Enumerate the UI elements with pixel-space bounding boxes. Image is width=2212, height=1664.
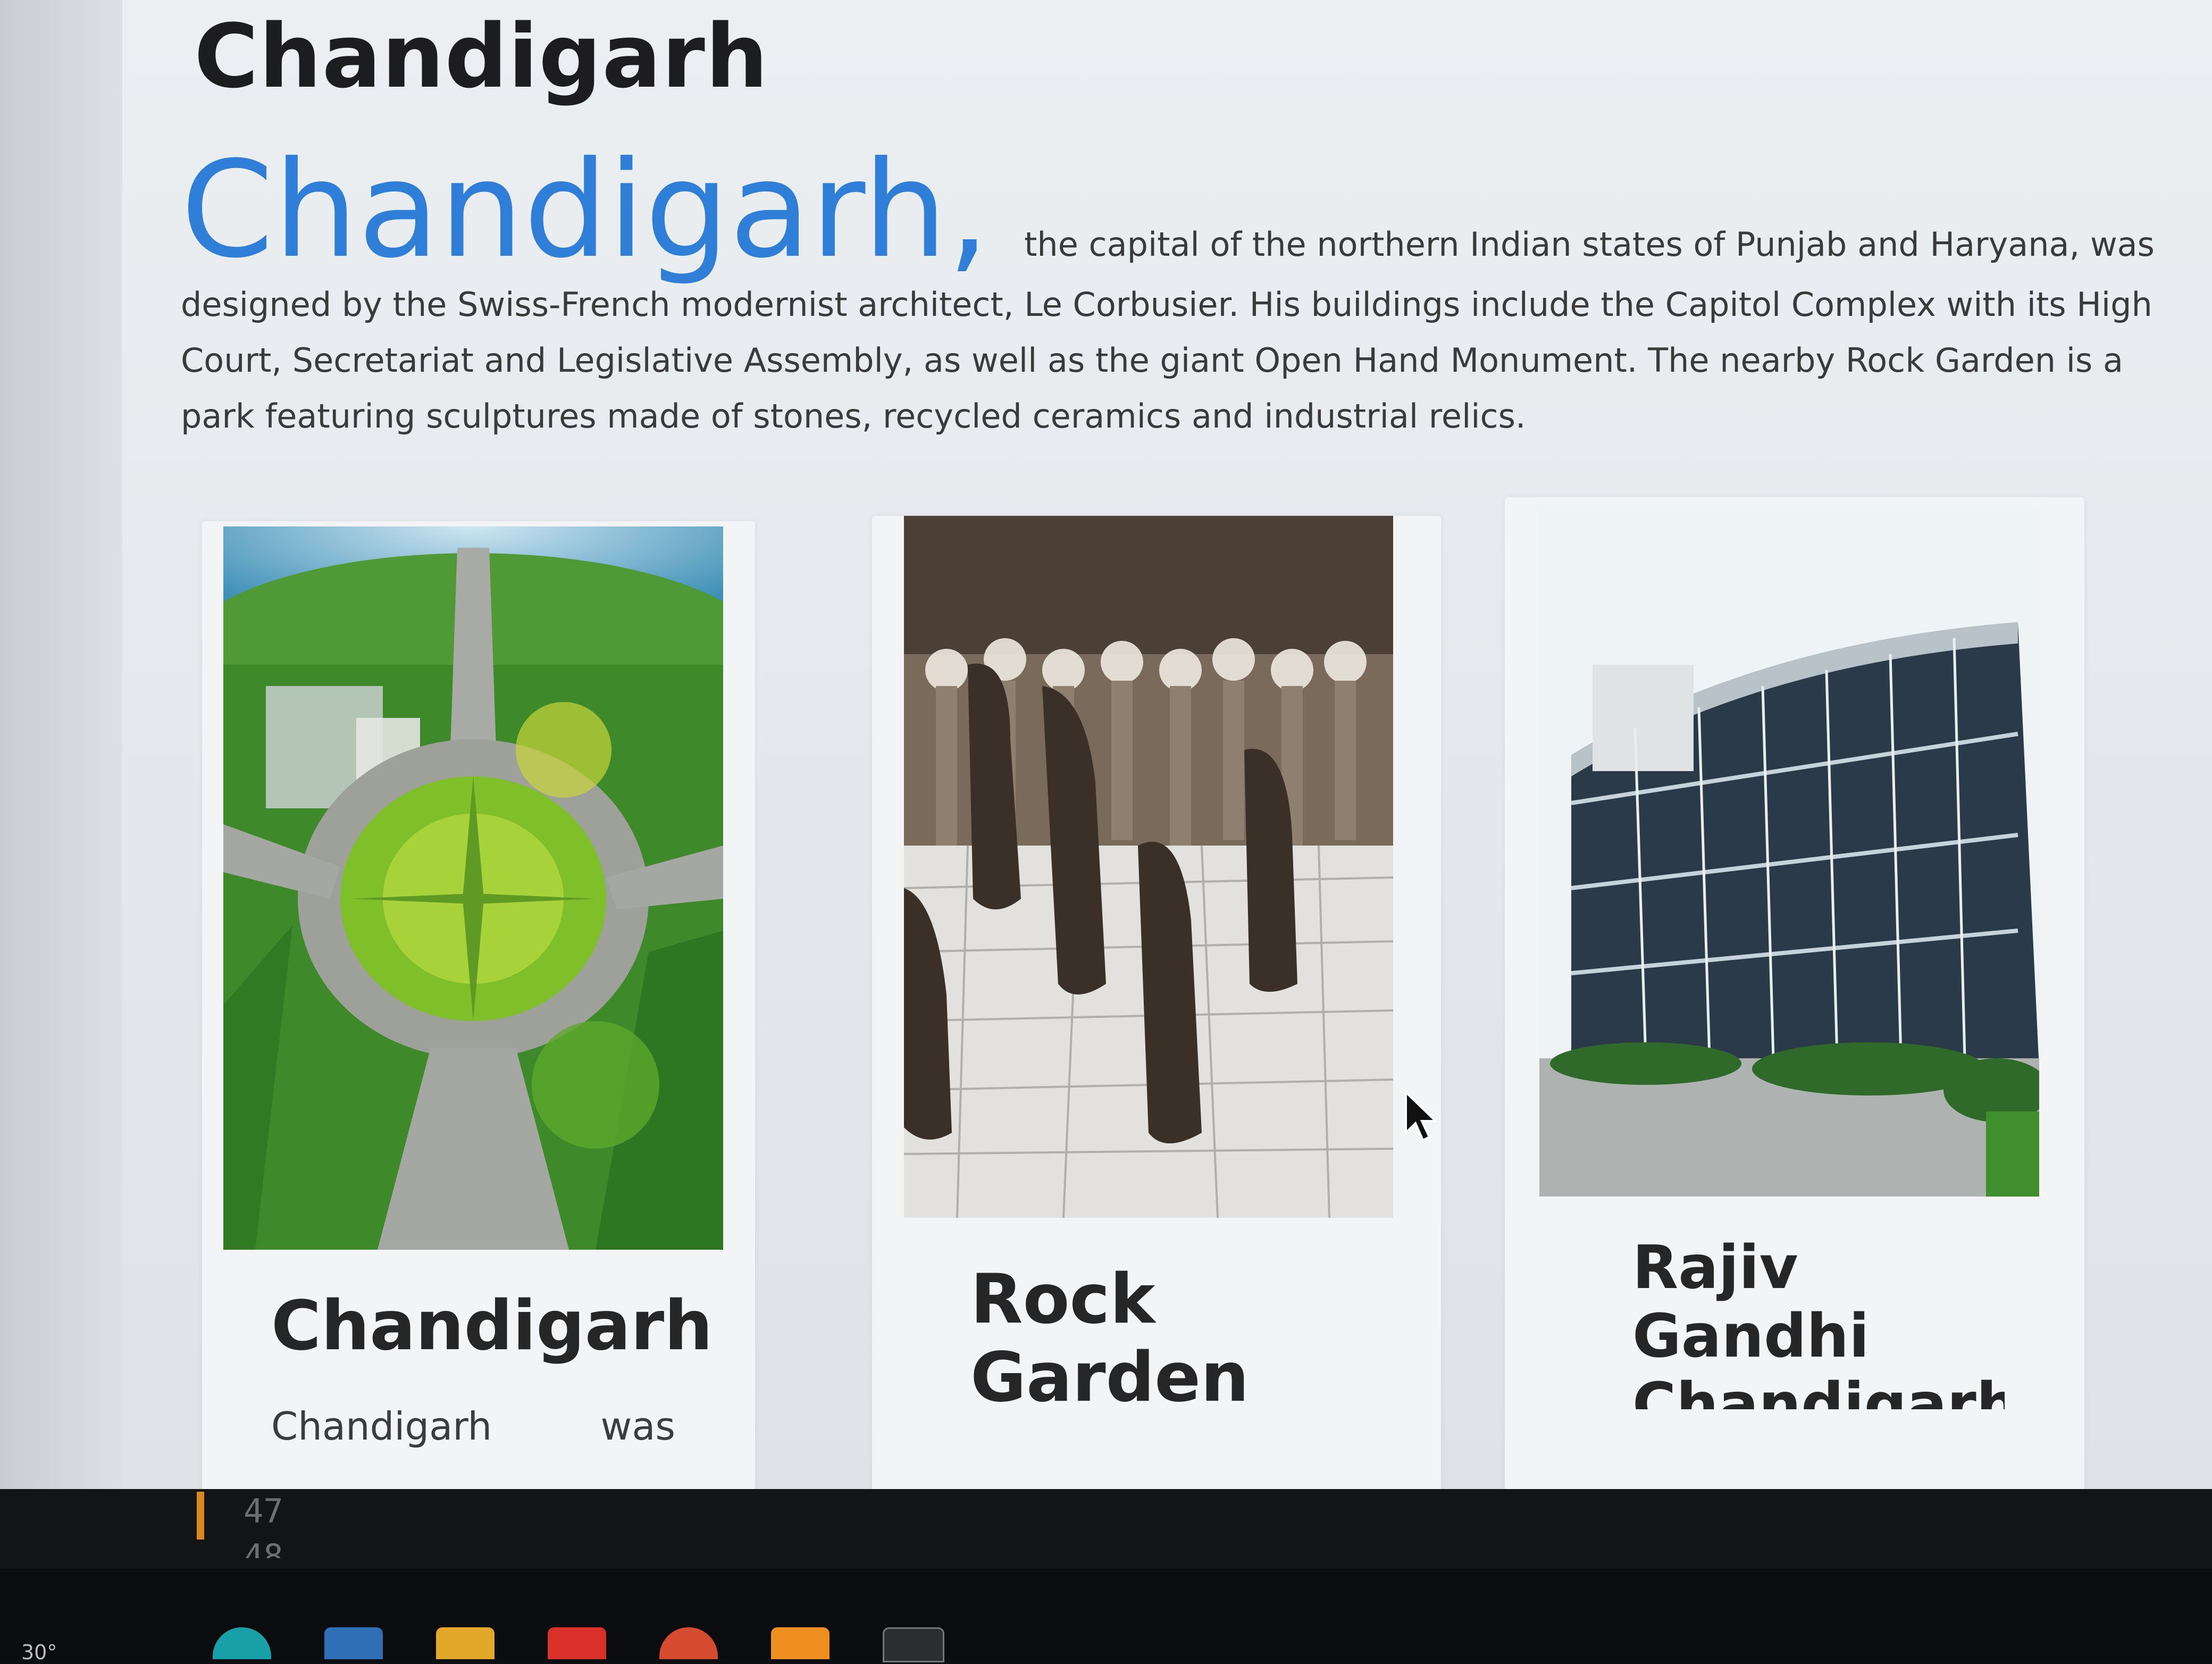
card-rajiv-gandhi-title: Rajiv Gandhi Chandigarh Technology xyxy=(1632,1234,2005,1409)
card-chandigarh-text: Chandigarh was xyxy=(271,1404,675,1449)
page-heading: Chandigarh xyxy=(194,5,769,107)
file-explorer-icon[interactable] xyxy=(324,1627,383,1659)
aerial-city-image xyxy=(223,526,723,1250)
card-chandigarh-image xyxy=(223,526,723,1250)
mouse-cursor-icon xyxy=(1405,1090,1438,1142)
editor-line-number: 47 xyxy=(244,1492,283,1531)
tech-park-building-image xyxy=(1539,505,2039,1197)
intro-title: Chandigarh, xyxy=(181,132,990,287)
card-rock-garden-title: Rock Garden xyxy=(970,1260,1250,1418)
card-chandigarh-title: Chandigarh xyxy=(271,1286,713,1366)
card-chandigarh-word-1: Chandigarh xyxy=(271,1404,492,1449)
rock-garden-sculptures-image xyxy=(904,516,1393,1218)
store-icon[interactable] xyxy=(548,1627,606,1659)
sublime-text-icon[interactable] xyxy=(771,1627,830,1659)
folder-icon[interactable] xyxy=(436,1627,495,1659)
page-left-margin xyxy=(0,0,122,1489)
card-chandigarh-word-2: was xyxy=(600,1404,675,1449)
editor-line-number: 48 xyxy=(244,1537,283,1558)
card-rajiv-gandhi-image xyxy=(1539,505,2039,1197)
terminal-icon[interactable] xyxy=(883,1627,944,1662)
card-rock-garden-image xyxy=(904,516,1393,1218)
intro-paragraph: Chandigarh, the capital of the northern … xyxy=(181,144,2159,444)
editor-gutter-marker xyxy=(197,1492,204,1540)
taskbar-weather: 30° xyxy=(21,1641,57,1664)
browser-viewport: Chandigarh Chandigarh, the capital of th… xyxy=(0,0,2212,1489)
code-editor-strip xyxy=(0,1489,2212,1569)
